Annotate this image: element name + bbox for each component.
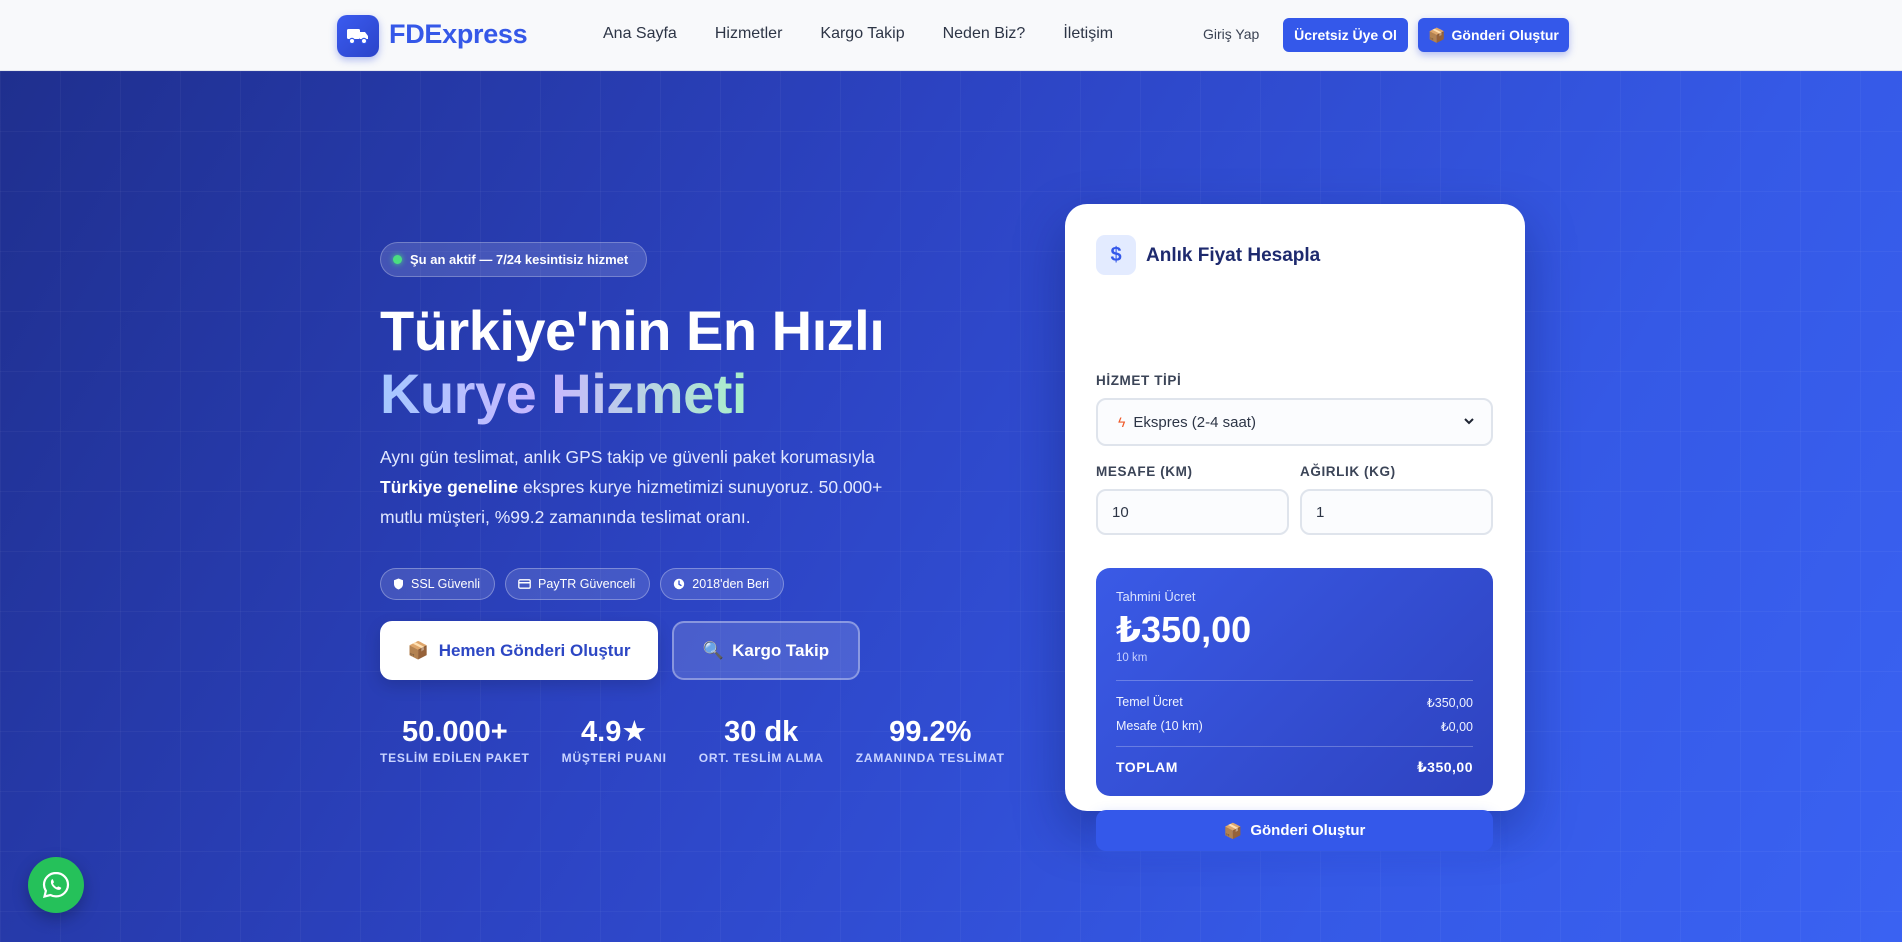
nav-link-tracking[interactable]: Kargo Takip	[820, 25, 904, 43]
track-cargo-label: Kargo Takip	[732, 640, 830, 660]
service-type-value: Ekspres (2-4 saat)	[1133, 413, 1256, 431]
hero-title: Türkiye'nin En Hızlı Kurye Hizmeti	[380, 299, 885, 425]
stat-label: ORT. TESLİM ALMA	[698, 751, 824, 765]
stat-label: TESLİM EDİLEN PAKET	[380, 751, 530, 765]
stat-label: ZAMANINDA TESLİMAT	[855, 751, 1005, 765]
price-row-value: ₺0,00	[1440, 720, 1473, 734]
hero-desc-part1: Aynı gün teslimat, anlık GPS takip ve gü…	[380, 447, 875, 467]
badge-paytr-label: PayTR Güvenceli	[538, 577, 636, 591]
whatsapp-icon	[42, 871, 70, 899]
price-row-total: TOPLAM ₺350,00	[1116, 759, 1473, 776]
badge-since: 2018'den Beri	[660, 568, 785, 600]
badge-since-label: 2018'den Beri	[692, 577, 770, 591]
create-shipment-nav-button[interactable]: 📦 Gönderi Oluştur	[1418, 18, 1569, 52]
create-shipment-nav-label: Gönderi Oluştur	[1451, 27, 1559, 43]
dollar-icon: $	[1096, 235, 1136, 275]
package-icon: 📦	[407, 640, 429, 660]
stat-on-time: 99.2% ZAMANINDA TESLİMAT	[856, 715, 1005, 765]
service-type-label: HİZMET TİPİ	[1096, 373, 1182, 388]
estimate-price: ₺350,00	[1116, 609, 1252, 650]
package-icon: 📦	[1428, 26, 1446, 43]
price-row-label: Mesafe (10 km)	[1116, 719, 1203, 733]
stat-label: MÜŞTERİ PUANI	[561, 751, 667, 765]
signup-button[interactable]: Ücretsiz Üye Ol	[1283, 18, 1408, 52]
stat-value: 30 dk	[724, 716, 799, 748]
price-row-value: ₺350,00	[1426, 696, 1473, 710]
hero-desc-bold: Türkiye geneline	[380, 477, 519, 497]
stat-value: 50.000+	[402, 716, 508, 748]
stat-value: 4.9★	[581, 716, 648, 748]
total-label: TOPLAM	[1116, 759, 1178, 775]
package-icon: 📦	[1223, 822, 1243, 840]
calculator-submit-label: Gönderi Oluştur	[1250, 822, 1366, 839]
divider	[1116, 680, 1473, 681]
divider	[1116, 746, 1473, 747]
brand-logo[interactable]	[337, 15, 379, 57]
shield-icon	[394, 578, 403, 590]
stat-pickup-time: 30 dk ORT. TESLİM ALMA	[699, 715, 824, 765]
nav-link-why-us[interactable]: Neden Biz?	[943, 25, 1026, 43]
lightning-icon: ϟ	[1118, 414, 1126, 430]
badge-ssl-label: SSL Güvenli	[411, 577, 481, 591]
truck-icon	[347, 29, 368, 45]
stats-row: 50.000+ TESLİM EDİLEN PAKET 4.9★ MÜŞTERİ…	[380, 715, 1005, 765]
estimate-distance: 10 km	[1116, 652, 1148, 664]
main-nav: Ana Sayfa Hizmetler Kargo Takip Neden Bi…	[603, 25, 1113, 43]
hero-title-line1: Türkiye'nin En Hızlı	[380, 299, 885, 362]
distance-input[interactable]	[1096, 489, 1289, 535]
create-shipment-hero-label: Hemen Gönderi Oluştur	[438, 640, 631, 660]
magnifier-icon: 🔍	[702, 640, 725, 660]
top-navbar: FDExpress Ana Sayfa Hizmetler Kargo Taki…	[0, 0, 1902, 71]
total-value: ₺350,00	[1416, 759, 1473, 775]
distance-label: MESAFE (KM)	[1096, 464, 1193, 479]
nav-link-contact[interactable]: İletişim	[1063, 25, 1113, 43]
whatsapp-button[interactable]	[28, 857, 84, 913]
price-row-distance: Mesafe (10 km) ₺0,00	[1116, 719, 1473, 734]
login-link[interactable]: Giriş Yap	[1203, 26, 1259, 42]
brand-name[interactable]: FDExpress	[389, 19, 528, 50]
hero-section: Şu an aktif — 7/24 kesintisiz hizmet Tür…	[0, 71, 1902, 942]
trust-badges: SSL Güvenli PayTR Güvenceli 2018'den Ber…	[380, 568, 785, 600]
credit-card-icon	[518, 579, 531, 589]
badge-ssl: SSL Güvenli	[380, 568, 496, 600]
stat-delivered: 50.000+ TESLİM EDİLEN PAKET	[380, 715, 530, 765]
stat-rating: 4.9★ MÜŞTERİ PUANI	[562, 715, 667, 765]
service-type-select[interactable]: ϟ Ekspres (2-4 saat)	[1096, 398, 1493, 446]
hero-title-line2: Kurye Hizmeti	[380, 362, 747, 425]
nav-link-services[interactable]: Hizmetler	[715, 25, 783, 43]
stat-value: 99.2%	[889, 716, 972, 748]
track-cargo-button[interactable]: 🔍 Kargo Takip	[672, 621, 860, 680]
calculator-submit-button[interactable]: 📦 Gönderi Oluştur	[1096, 810, 1493, 851]
weight-label: AĞIRLIK (KG)	[1300, 464, 1396, 479]
calculator-title: Anlık Fiyat Hesapla	[1146, 245, 1321, 266]
price-summary: Tahmini Ücret ₺350,00 10 km Temel Ücret …	[1096, 568, 1493, 796]
chevron-down-icon	[1464, 418, 1474, 425]
status-badge: Şu an aktif — 7/24 kesintisiz hizmet	[380, 242, 648, 277]
hero-description: Aynı gün teslimat, anlık GPS takip ve gü…	[380, 442, 920, 532]
status-dot-icon	[393, 255, 402, 264]
price-row-label: Temel Ücret	[1116, 695, 1183, 709]
estimate-label: Tahmini Ücret	[1116, 589, 1196, 604]
clock-icon	[674, 578, 685, 590]
status-text: Şu an aktif — 7/24 kesintisiz hizmet	[410, 252, 629, 267]
price-calculator-card: $ Anlık Fiyat Hesapla HİZMET TİPİ ϟ Eksp…	[1065, 204, 1525, 851]
weight-input[interactable]	[1300, 489, 1493, 535]
nav-link-home[interactable]: Ana Sayfa	[603, 25, 677, 43]
price-row-base: Temel Ücret ₺350,00	[1116, 695, 1473, 710]
badge-paytr: PayTR Güvenceli	[505, 568, 651, 600]
create-shipment-hero-button[interactable]: 📦 Hemen Gönderi Oluştur	[380, 621, 658, 680]
